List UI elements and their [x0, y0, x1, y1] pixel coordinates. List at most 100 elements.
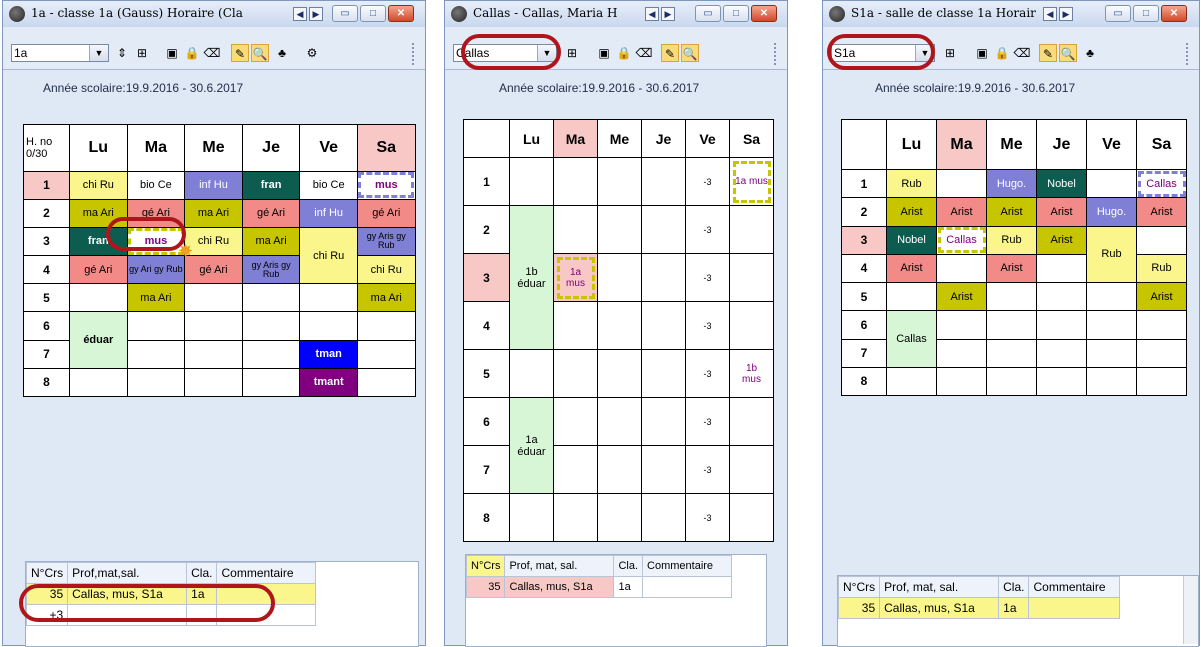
empty-cell[interactable] — [936, 169, 987, 199]
empty-cell[interactable] — [241, 367, 301, 398]
prev-element-button[interactable]: ◀ — [293, 7, 307, 21]
empty-cell[interactable] — [1136, 338, 1187, 368]
lesson-cell[interactable]: Callas — [1136, 169, 1187, 199]
lesson-cell[interactable]: gé Ari — [241, 198, 301, 228]
title-bar[interactable]: 1a - classe 1a (Gauss) Horaire (Cla ◀ ▶ … — [3, 1, 425, 27]
minimize-button[interactable]: ▭ — [1105, 5, 1131, 22]
lesson-cell[interactable]: 1a mus — [553, 253, 598, 302]
empty-cell[interactable] — [553, 349, 598, 398]
lesson-cell[interactable]: gy Aris gy Rub — [241, 255, 301, 285]
lesson-cell[interactable]: Arist — [886, 253, 937, 284]
empty-cell[interactable] — [641, 493, 686, 542]
minimize-button[interactable]: ▭ — [332, 5, 358, 22]
empty-cell[interactable] — [356, 367, 416, 398]
lesson-cell[interactable]: 1b éduar — [509, 205, 554, 350]
lesson-cell[interactable]: tman — [299, 339, 358, 369]
col-header[interactable]: Cla. — [186, 562, 218, 584]
lesson-cell[interactable]: chi Ru — [184, 226, 243, 257]
empty-cell[interactable] — [184, 311, 243, 341]
lesson-cell[interactable]: Arist — [886, 197, 937, 227]
prev-element-button[interactable]: ◀ — [1043, 7, 1057, 21]
empty-cell[interactable] — [241, 311, 301, 341]
empty-cell[interactable] — [936, 366, 987, 397]
search-icon[interactable]: 🔍 — [251, 44, 269, 62]
lesson-cell[interactable]: Rub — [1136, 253, 1187, 284]
empty-cell[interactable] — [1036, 310, 1087, 340]
empty-cell[interactable] — [986, 366, 1037, 397]
empty-cell[interactable] — [986, 282, 1037, 312]
empty-cell[interactable] — [1136, 310, 1187, 340]
lesson-cell[interactable]: Arist — [986, 197, 1037, 227]
next-element-button[interactable]: ▶ — [309, 7, 323, 21]
lesson-cell[interactable]: Rub — [1086, 225, 1137, 284]
maximize-button[interactable]: □ — [360, 5, 386, 22]
empty-cell[interactable] — [597, 349, 642, 398]
empty-cell[interactable] — [729, 397, 774, 446]
grid-icon[interactable]: ⊞ — [563, 44, 581, 62]
lesson-cell[interactable]: Arist — [1036, 197, 1087, 227]
lesson-cell[interactable]: fran — [241, 170, 301, 200]
lesson-cell[interactable]: -3 — [685, 445, 730, 494]
course-teacher[interactable]: Callas, mus, S1a — [879, 597, 1000, 619]
empty-cell[interactable] — [1136, 366, 1187, 397]
maximize-button[interactable]: □ — [723, 5, 749, 22]
eraser-icon[interactable]: ⌫ — [203, 44, 221, 62]
lesson-cell[interactable]: ma Ari — [184, 198, 243, 228]
lesson-cell[interactable]: chi Ru — [69, 170, 128, 200]
settings-icon[interactable]: ⚙ — [303, 44, 321, 62]
empty-cell[interactable] — [241, 283, 301, 313]
col-header[interactable]: Prof,mat,sal. — [67, 562, 188, 584]
next-element-button[interactable]: ▶ — [1059, 7, 1073, 21]
empty-cell[interactable] — [886, 282, 937, 312]
lock-icon[interactable]: 🔒 — [615, 44, 633, 62]
empty-cell[interactable] — [184, 367, 243, 398]
lesson-cell[interactable]: Hugo. — [1086, 197, 1137, 227]
search-icon[interactable]: 🔍 — [1059, 44, 1077, 62]
minimize-button[interactable]: ▭ — [695, 5, 721, 22]
search-icon[interactable]: 🔍 — [681, 44, 699, 62]
course-number[interactable]: 35 — [837, 597, 881, 619]
eraser-icon[interactable]: ⌫ — [635, 44, 653, 62]
empty-cell[interactable] — [1086, 366, 1137, 397]
empty-cell[interactable] — [1036, 253, 1087, 284]
lesson-cell[interactable]: Rub — [886, 169, 937, 199]
empty-cell[interactable] — [597, 205, 642, 254]
empty-cell[interactable] — [184, 283, 243, 313]
close-button[interactable]: ✕ — [388, 5, 414, 22]
course-class[interactable]: 1a — [613, 576, 644, 598]
close-button[interactable]: ✕ — [1161, 5, 1187, 22]
lesson-cell[interactable]: tmant — [299, 367, 358, 398]
empty-cell[interactable] — [1086, 310, 1137, 340]
lock-icon[interactable]: 🔒 — [183, 44, 201, 62]
lesson-cell[interactable]: Callas — [886, 310, 937, 368]
empty-cell[interactable] — [936, 310, 987, 340]
lesson-cell[interactable]: mus — [356, 170, 416, 200]
lesson-cell[interactable]: Arist — [1136, 197, 1187, 227]
col-header[interactable]: Cla. — [998, 576, 1030, 598]
empty-cell[interactable] — [509, 349, 554, 398]
empty-cell[interactable] — [509, 157, 554, 206]
lesson-cell[interactable]: inf Hu — [299, 198, 358, 228]
col-header[interactable]: N°Crs — [25, 562, 69, 584]
empty-cell[interactable] — [1086, 169, 1137, 199]
lesson-cell[interactable]: ma Ari — [241, 226, 301, 257]
empty-cell[interactable] — [356, 339, 416, 369]
empty-cell[interactable] — [936, 253, 987, 284]
empty-cell[interactable] — [241, 339, 301, 369]
lesson-cell[interactable]: Nobel — [886, 225, 937, 255]
lesson-cell[interactable]: -3 — [685, 349, 730, 398]
empty-cell[interactable] — [553, 157, 598, 206]
course-comment[interactable] — [642, 576, 733, 598]
pencil-icon[interactable]: ✎ — [231, 44, 249, 62]
lesson-cell[interactable]: Arist — [986, 253, 1037, 284]
col-header[interactable]: Prof, mat, sal. — [504, 555, 615, 577]
course-class[interactable]: 1a — [998, 597, 1030, 619]
grid-icon[interactable]: ⊞ — [133, 44, 151, 62]
lesson-cell[interactable]: -3 — [685, 253, 730, 302]
lesson-cell[interactable]: chi Ru — [356, 255, 416, 285]
lesson-cell[interactable]: gé Ari — [184, 255, 243, 285]
lesson-cell[interactable]: éduar — [69, 311, 128, 369]
lesson-cell[interactable]: gy Aris gy Rub — [356, 226, 416, 257]
toolbar-grip[interactable] — [774, 43, 782, 65]
empty-cell[interactable] — [729, 301, 774, 350]
